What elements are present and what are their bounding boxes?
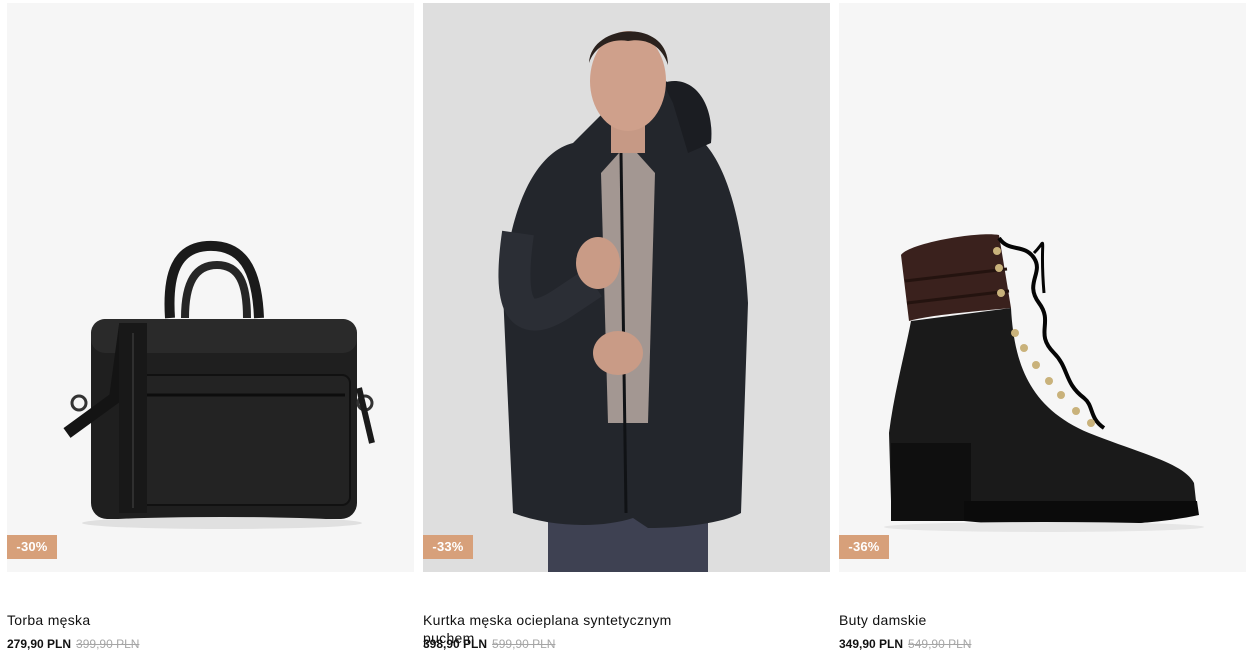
price-row-jacket: 398,90 PLN 599,90 PLN xyxy=(423,637,555,651)
price-row-bag: 279,90 PLN 399,90 PLN xyxy=(7,637,139,651)
old-price: 599,90 PLN xyxy=(492,637,556,651)
product-grid: -30% Torba męska 279,90 PLN 399,90 PLN -… xyxy=(0,0,1248,665)
current-price: 349,90 PLN xyxy=(839,637,904,651)
product-image-jacket[interactable]: -33% xyxy=(423,3,830,572)
price-row-boots: 349,90 PLN 549,90 PLN xyxy=(839,637,971,651)
old-price: 399,90 PLN xyxy=(76,637,140,651)
product-card-boots[interactable]: -36% xyxy=(839,3,1246,572)
discount-badge: -33% xyxy=(423,535,473,559)
man-in-black-parka-photo xyxy=(423,3,830,572)
product-title-bag[interactable]: Torba męska xyxy=(7,611,307,629)
product-card-jacket[interactable]: -33% xyxy=(423,3,830,572)
product-image-bag[interactable]: -30% xyxy=(7,3,414,572)
current-price: 279,90 PLN xyxy=(7,637,72,651)
discount-badge: -30% xyxy=(7,535,57,559)
current-price: 398,90 PLN xyxy=(423,637,488,651)
black-lace-up-boot-icon xyxy=(884,234,1204,532)
old-price: 549,90 PLN xyxy=(908,637,972,651)
product-image-boots[interactable]: -36% xyxy=(839,3,1246,572)
product-title-boots[interactable]: Buty damskie xyxy=(839,611,1139,629)
discount-badge: -36% xyxy=(839,535,889,559)
black-laptop-bag-icon xyxy=(63,240,375,529)
product-card-bag[interactable]: -30% xyxy=(7,3,414,572)
